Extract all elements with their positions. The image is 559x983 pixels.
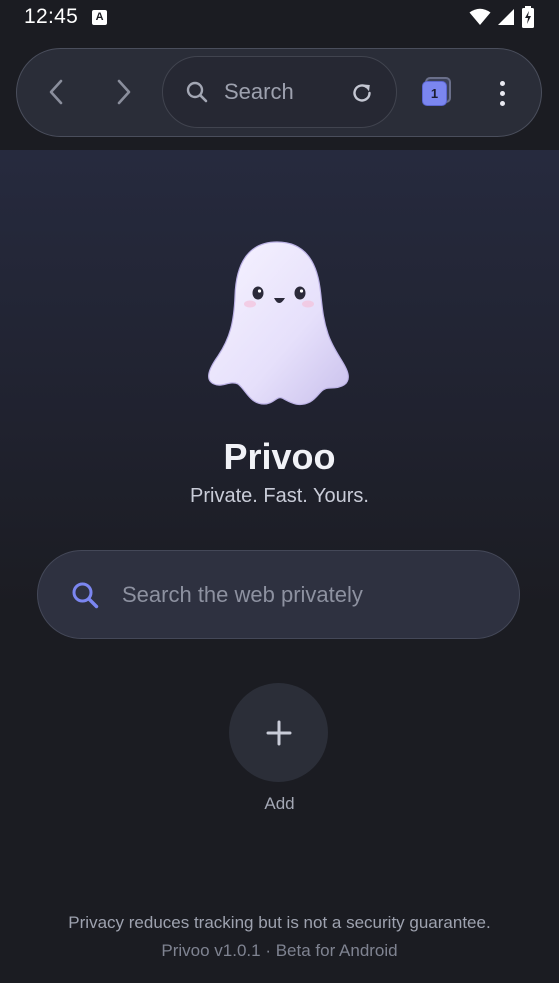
chevron-left-icon: [49, 79, 63, 105]
home-search-box[interactable]: [37, 550, 520, 639]
forward-button[interactable]: [103, 72, 143, 112]
home-search-input[interactable]: [120, 580, 490, 609]
search-icon: [70, 580, 100, 610]
back-button[interactable]: [37, 72, 77, 112]
status-icons: [469, 6, 535, 28]
wifi-icon: [469, 8, 491, 25]
app-name: Privoo: [223, 436, 336, 477]
address-text: Search: [224, 79, 294, 104]
tab-switcher-button[interactable]: 1: [419, 76, 453, 110]
ghost-mascot: [208, 241, 349, 406]
search-icon: [185, 80, 209, 104]
status-time: 12:45: [24, 5, 79, 28]
plus-icon: [266, 720, 291, 745]
status-bar: 12:45 A: [0, 0, 559, 34]
add-shortcut-button[interactable]: [229, 683, 328, 782]
battery-charging-icon: [522, 6, 534, 28]
more-vertical-icon-dot: [499, 100, 505, 106]
reload-button[interactable]: [348, 79, 376, 107]
reload-icon: [353, 84, 371, 102]
address-bar[interactable]: Search: [162, 56, 397, 128]
privacy-disclaimer: Privacy reduces tracking but is not a se…: [68, 913, 491, 932]
more-vertical-icon-dot: [499, 90, 505, 96]
notification-icon: A: [92, 9, 108, 25]
notification-letter: A: [95, 10, 104, 23]
add-shortcut-label: Add: [264, 794, 295, 813]
signal-icon: [498, 9, 514, 25]
more-menu-button[interactable]: [487, 74, 517, 112]
browser-toolbar: Search 1: [16, 48, 542, 137]
version-label: Privoo v1.0.1 · Beta for Android: [161, 941, 398, 960]
chevron-right-icon: [117, 79, 131, 105]
tagline: Private. Fast. Yours.: [190, 485, 369, 507]
browser-home-screen: 12:45 A Search 1 Privoo Private. Fast. Y…: [0, 0, 559, 983]
more-vertical-icon: [499, 80, 505, 86]
tab-count-badge: 1: [422, 81, 447, 106]
home-content: Privoo Private. Fast. Yours. Add Privacy…: [0, 150, 559, 983]
